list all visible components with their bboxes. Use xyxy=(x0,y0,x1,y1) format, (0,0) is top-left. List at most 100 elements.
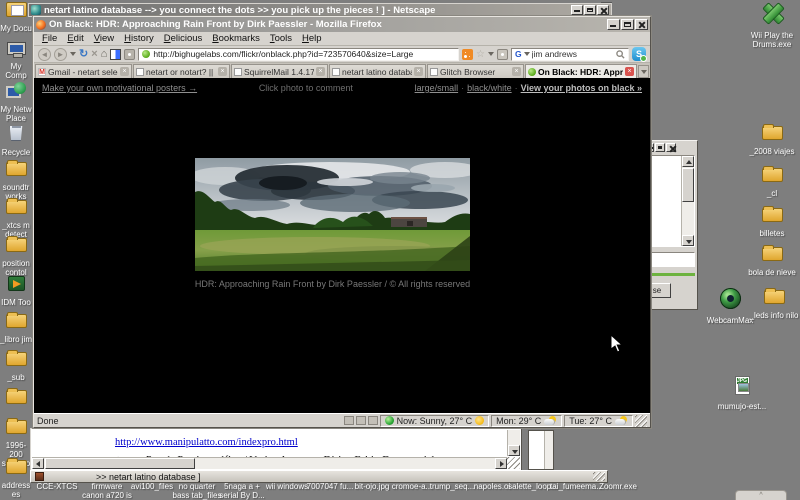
menu-edit[interactable]: Edit xyxy=(62,33,88,44)
resize-grip[interactable] xyxy=(507,457,520,469)
desktop-label[interactable]: Zoomr.exe xyxy=(592,482,644,491)
scroll-left-icon[interactable] xyxy=(32,458,44,469)
firefox-titlebar[interactable]: On Black: HDR: Approaching Rain Front by… xyxy=(34,17,650,32)
tab-close-icon[interactable]: × xyxy=(512,67,521,76)
search-box[interactable]: G xyxy=(511,48,629,61)
desktop-icon-webcammax[interactable]: WebcamMax xyxy=(712,288,748,325)
weather-now[interactable]: Now: Sunny, 27° C xyxy=(380,415,489,427)
desktop-icon-2008-viajes[interactable]: _2008 viajes xyxy=(752,126,792,156)
maximize-button[interactable] xyxy=(584,5,596,15)
rss-icon[interactable] xyxy=(462,49,473,60)
desktop-icon-network-places[interactable]: My Netw Place xyxy=(0,82,32,123)
scroll-thumb[interactable] xyxy=(682,168,694,202)
collapsed-window-bar[interactable]: >> netart latino database ] xyxy=(30,470,608,483)
resize-grip[interactable] xyxy=(635,415,647,427)
desktop-icon-cl[interactable]: _cl xyxy=(752,168,792,198)
vertical-scrollbar[interactable] xyxy=(681,156,694,246)
vertical-scrollbar[interactable] xyxy=(507,430,520,456)
horizontal-scrollbar[interactable] xyxy=(32,457,507,469)
magnifier-icon[interactable] xyxy=(616,50,625,59)
desktop-icon-billetes[interactable]: billetes xyxy=(752,208,792,238)
desktop-icon-folder[interactable] xyxy=(0,390,32,411)
url-input[interactable] xyxy=(153,49,455,59)
desktop-icon-xtcs[interactable]: _xtcs m detect xyxy=(0,200,32,239)
weather-monday[interactable]: Mon: 29° C xyxy=(491,415,562,427)
desktop-icon-recycle-bin[interactable]: Recycle xyxy=(0,124,32,157)
tab-close-icon[interactable]: × xyxy=(120,67,129,76)
image-icon[interactable] xyxy=(344,416,354,425)
menu-bookmarks[interactable]: Bookmarks xyxy=(207,33,265,44)
tab-close-icon[interactable]: × xyxy=(316,67,325,76)
desktop-icon-soundtr[interactable]: soundtr works xyxy=(0,162,32,201)
color-links[interactable]: black/white xyxy=(467,83,512,93)
minimize-button[interactable] xyxy=(571,5,583,15)
weather-tuesday[interactable]: Tue: 27° C xyxy=(564,415,633,427)
menu-history[interactable]: History xyxy=(119,33,159,44)
tray-expander-tab[interactable]: ^ xyxy=(735,490,787,500)
close-button[interactable] xyxy=(635,19,648,30)
desktop-icon-wii-drums[interactable]: Wii Play the Drums.exe xyxy=(750,1,794,49)
home-icon[interactable]: ⌂ xyxy=(101,48,108,61)
tab-close-icon[interactable]: × xyxy=(218,67,227,76)
motivational-posters-link[interactable]: Make your own motivational posters → xyxy=(42,83,197,93)
search-input[interactable] xyxy=(532,49,614,59)
send-icon[interactable] xyxy=(497,49,508,60)
scroll-up-icon[interactable] xyxy=(682,156,694,167)
tag-icon[interactable] xyxy=(124,49,135,60)
tab-netart-or-notart[interactable]: netart or notart? || brian m... × xyxy=(133,64,230,78)
size-links[interactable]: large/small xyxy=(415,83,459,93)
maximize-button[interactable] xyxy=(621,19,634,30)
url-bar[interactable] xyxy=(138,48,459,61)
tab-close-icon[interactable]: × xyxy=(414,67,423,76)
manipulatto-link[interactable]: http://www.manipulatto.com/indexpro.html xyxy=(115,437,298,448)
scroll-down-icon[interactable] xyxy=(682,235,694,246)
menu-help[interactable]: Help xyxy=(297,33,327,44)
select-icon[interactable] xyxy=(356,416,366,425)
engine-dropdown-icon[interactable] xyxy=(524,52,530,56)
bookmark-star-icon[interactable]: ☆ xyxy=(476,49,485,60)
tab-gmail[interactable]: Gmail - netart seleccion 2 ... × xyxy=(35,64,132,78)
mail-icon[interactable] xyxy=(368,416,378,425)
desktop-icon-mumujo[interactable]: mumujo-est... xyxy=(726,376,758,411)
desktop-icon-idm[interactable]: IDM Too xyxy=(0,276,32,307)
back-button[interactable]: ◄ xyxy=(38,48,51,61)
forward-dropdown-icon[interactable] xyxy=(70,52,76,56)
desktop-icon-addresses[interactable]: addresses xyxy=(0,460,32,499)
tab-squirrelmail[interactable]: SquirrelMail 1.4.17 × xyxy=(231,64,328,78)
view-photos-on-black-link[interactable]: View your photos on black » xyxy=(521,83,642,93)
desktop-icon-leds-info-nilo[interactable]: _leds info nilo xyxy=(754,290,794,320)
reload-icon[interactable]: ↻ xyxy=(79,48,88,61)
scroll-down-icon[interactable] xyxy=(508,445,520,456)
netscape-window-titlebar[interactable]: netart latino database --> you connect t… xyxy=(28,3,612,17)
scroll-thumb[interactable] xyxy=(45,458,195,469)
menu-view[interactable]: View xyxy=(89,33,119,44)
maximize-button[interactable] xyxy=(655,143,665,152)
tab-on-black-active[interactable]: On Black: HDR: Appr... × xyxy=(525,64,637,78)
menu-file[interactable]: File xyxy=(37,33,62,44)
bookmark-dropdown-icon[interactable] xyxy=(488,52,494,56)
resize-grip[interactable] xyxy=(593,472,605,481)
delicious-icon[interactable] xyxy=(110,49,121,60)
close-button[interactable] xyxy=(597,5,609,15)
tab-netart-latino[interactable]: netart latino database --> ... × xyxy=(329,64,426,78)
forward-button[interactable]: ► xyxy=(54,48,67,61)
minimize-button[interactable] xyxy=(607,19,620,30)
desktop-label[interactable]: CCE-XTCS xyxy=(31,482,83,491)
scroll-right-icon[interactable] xyxy=(495,458,507,469)
google-engine-icon[interactable]: G xyxy=(515,49,522,59)
desktop-icon-my-computer[interactable]: My Comp xyxy=(0,42,32,80)
desktop-icon-libro[interactable]: _libro jim xyxy=(0,314,32,344)
desktop-icon-position[interactable]: position contol xyxy=(0,238,32,277)
desktop-icon-sub[interactable]: _sub xyxy=(0,352,32,382)
skype-icon[interactable]: S xyxy=(632,47,646,61)
tab-close-icon[interactable]: × xyxy=(625,67,634,76)
desktop-icon-bola-de-nieve[interactable]: bola de nieve xyxy=(752,247,792,277)
hdr-photo[interactable] xyxy=(195,158,470,271)
tab-glitch-browser[interactable]: Glitch Browser × xyxy=(427,64,524,78)
menu-tools[interactable]: Tools xyxy=(265,33,297,44)
menu-delicious[interactable]: Delicious xyxy=(159,33,208,44)
vertical-scrollbar[interactable] xyxy=(544,431,553,469)
close-button[interactable] xyxy=(666,143,676,152)
tab-list-dropdown[interactable] xyxy=(638,65,649,78)
stop-icon[interactable]: × xyxy=(91,48,97,61)
